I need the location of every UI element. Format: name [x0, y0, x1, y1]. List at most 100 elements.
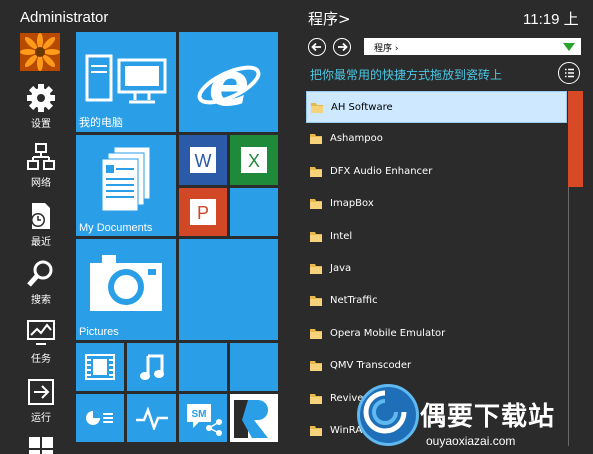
folder-icon: [311, 103, 323, 113]
tile-pictures[interactable]: Pictures: [76, 239, 176, 340]
svg-text:P: P: [197, 203, 209, 223]
tile-label: Pictures: [79, 326, 119, 338]
scrollbar-thumb[interactable]: [568, 91, 583, 187]
list-item-label: Ashampoo: [330, 133, 383, 145]
recent-icon: [31, 203, 50, 229]
tile-label: My Documents: [79, 222, 153, 234]
tile-my-documents[interactable]: My Documents: [76, 135, 176, 236]
tile-activity[interactable]: [127, 394, 176, 442]
music-note-icon: [140, 354, 164, 380]
list-item[interactable]: NetTraffic: [306, 285, 567, 317]
svg-text:W: W: [195, 151, 212, 171]
list-item-label: Opera Mobile Emulator: [330, 327, 446, 339]
sidebar-item-label: 网络: [31, 178, 51, 189]
network-icon: [27, 143, 55, 170]
list-item[interactable]: Intel: [306, 221, 567, 253]
computer-icon: [85, 54, 167, 104]
list-item-label: NetTraffic: [330, 295, 378, 307]
tile-powerpoint[interactable]: P: [179, 188, 227, 236]
folder-icon: [310, 425, 322, 436]
location-value: 程序 ›: [374, 44, 399, 54]
folder-icon: [310, 199, 322, 210]
sidebar-item-label: 设置: [31, 119, 51, 130]
folder-icon: [310, 166, 322, 177]
sidebar-item-network[interactable]: 网络: [16, 142, 66, 194]
svg-text:SM: SM: [192, 409, 207, 420]
tile-empty[interactable]: [230, 188, 278, 236]
gear-icon: [27, 84, 55, 112]
task-icon: [27, 320, 55, 345]
documents-icon: [101, 146, 151, 212]
start-menu-window: Administrator 设置 网络 最近 搜索 任务 运行 我的电脑 e M…: [0, 0, 593, 454]
folder-icon: [310, 328, 322, 339]
pulse-icon: [136, 406, 168, 430]
word-icon: W: [190, 147, 216, 173]
tile-word[interactable]: W: [179, 135, 227, 185]
control-panel-icon: [86, 411, 113, 425]
tile-excel[interactable]: X: [230, 135, 278, 185]
tile-empty[interactable]: [179, 343, 227, 391]
drag-hint-text: 把你最常用的快捷方式拖放到瓷砖上: [310, 68, 503, 82]
svg-text:e: e: [209, 50, 250, 117]
list-item[interactable]: Java: [306, 253, 567, 285]
sidebar-item-label: 搜索: [31, 295, 51, 306]
film-icon: [85, 354, 115, 380]
forward-button[interactable]: [333, 38, 351, 56]
tile-video[interactable]: [76, 343, 124, 391]
tile-share[interactable]: SM: [179, 394, 227, 442]
folder-icon: [310, 263, 322, 274]
programs-title[interactable]: 程序>: [308, 8, 351, 29]
tile-empty[interactable]: [230, 343, 278, 391]
excel-icon: X: [241, 147, 267, 173]
sidebar-item-search[interactable]: 搜索: [16, 259, 66, 311]
sidebar-item-label: 任务: [31, 354, 51, 365]
folder-icon: [310, 134, 322, 145]
list-menu-button[interactable]: [558, 62, 580, 84]
internet-explorer-icon: e: [197, 50, 261, 117]
list-item-label: DFX Audio Enhancer: [330, 165, 433, 177]
list-item[interactable]: ImapBox: [306, 188, 567, 220]
tile-label: 我的电脑: [79, 117, 123, 129]
search-icon: [27, 260, 53, 287]
back-button[interactable]: [308, 38, 326, 56]
tile-music[interactable]: [127, 343, 176, 391]
location-dropdown[interactable]: 程序 ›: [364, 38, 581, 55]
folder-icon: [310, 231, 322, 242]
arrow-right-icon: [338, 42, 348, 52]
folder-icon: [310, 296, 322, 307]
avatar[interactable]: [20, 33, 60, 71]
camera-icon: [90, 255, 162, 311]
list-item-label: ImapBox: [330, 198, 374, 210]
list-item-label: Java: [330, 262, 352, 274]
list-icon: [565, 68, 574, 78]
sidebar-item-label: 最近: [31, 237, 51, 248]
list-item[interactable]: DFX Audio Enhancer: [306, 156, 567, 188]
list-item[interactable]: Opera Mobile Emulator: [306, 318, 567, 350]
tile-empty[interactable]: [179, 239, 278, 340]
watermark-logo: [357, 384, 419, 446]
watermark-url: ouyaoxiazai.com: [426, 434, 516, 448]
run-icon: [28, 379, 54, 405]
list-item[interactable]: QMV Transcoder: [306, 350, 567, 382]
sidebar-item-settings[interactable]: 设置: [16, 83, 66, 135]
list-item[interactable]: AH Software: [306, 91, 567, 124]
share-icon: SM: [187, 404, 222, 436]
username-label: Administrator: [20, 9, 109, 26]
svg-text:X: X: [248, 151, 260, 171]
windows-start-button[interactable]: [16, 433, 66, 454]
list-item-label: Revive: [330, 392, 364, 404]
tile-my-computer[interactable]: 我的电脑: [76, 32, 176, 132]
program-list: AH Software Ashampoo DFX Audio Enhancer Ima…: [306, 91, 567, 447]
tile-app-r[interactable]: [230, 394, 278, 442]
windows-icon: [29, 437, 53, 454]
app-r-icon: [234, 400, 268, 438]
list-item[interactable]: Ashampoo: [306, 123, 567, 155]
tile-internet-explorer[interactable]: e: [179, 32, 278, 132]
sidebar-item-task[interactable]: 任务: [16, 318, 66, 370]
tile-control-panel[interactable]: [76, 394, 124, 442]
list-item-label: QMV Transcoder: [330, 360, 412, 372]
sidebar-item-run[interactable]: 运行: [16, 377, 66, 429]
folder-icon: [310, 361, 322, 372]
sidebar-item-recent[interactable]: 最近: [16, 201, 66, 253]
arrow-left-icon: [311, 42, 321, 52]
